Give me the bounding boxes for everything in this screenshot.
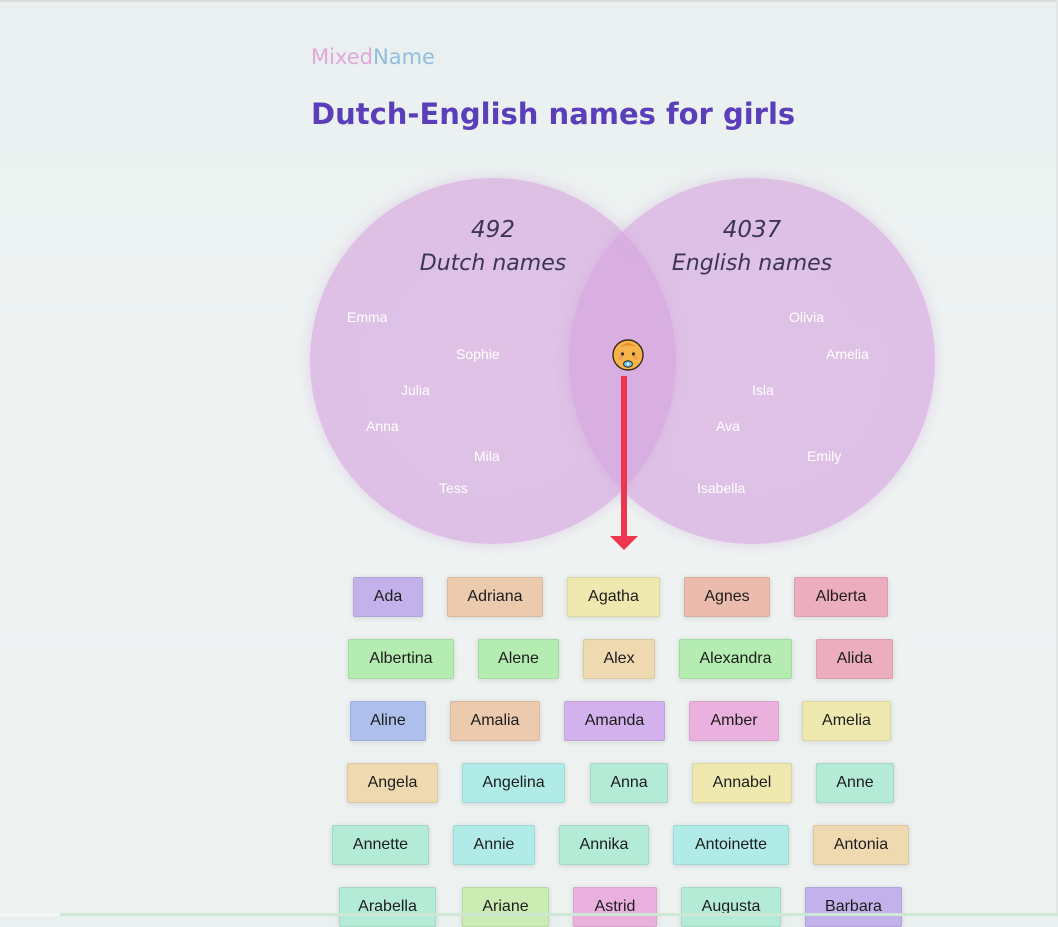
venn-name-dutch: Sophie	[456, 346, 500, 362]
venn-name-english: Isabella	[697, 480, 746, 496]
name-chip[interactable]: Angelina	[462, 763, 565, 803]
dutch-count: 492	[471, 217, 515, 243]
name-chip[interactable]: Amalia	[450, 701, 540, 741]
name-chip[interactable]: Amber	[689, 701, 779, 741]
page-title: Dutch-English names for girls	[311, 97, 796, 131]
name-chip[interactable]: Ariane	[462, 887, 549, 927]
venn-name-english: Ava	[716, 418, 740, 434]
name-chip[interactable]: Aline	[350, 701, 426, 741]
site-logo[interactable]: MixedName	[311, 45, 435, 69]
baby-face-icon	[612, 339, 644, 371]
name-chip[interactable]: Alexandra	[679, 639, 792, 679]
venn-name-english: Isla	[752, 382, 774, 398]
arrow-down-icon	[610, 376, 638, 550]
name-chip[interactable]: Anne	[816, 763, 894, 803]
name-chip[interactable]: Alberta	[794, 577, 888, 617]
venn-name-english: Olivia	[789, 309, 825, 325]
name-chip[interactable]: Annette	[332, 825, 429, 865]
name-chip[interactable]: Antoinette	[673, 825, 789, 865]
venn-name-dutch: Mila	[474, 448, 500, 464]
name-chip[interactable]: Annie	[453, 825, 535, 865]
name-chip[interactable]: Alene	[478, 639, 559, 679]
name-chip[interactable]: Anna	[590, 763, 668, 803]
venn-name-dutch: Emma	[347, 309, 388, 325]
name-chip[interactable]: Albertina	[348, 639, 454, 679]
top-border	[0, 0, 1058, 2]
name-chip[interactable]: Antonia	[813, 825, 909, 865]
name-chip[interactable]: Ada	[353, 577, 423, 617]
venn-name-english: Emily	[807, 448, 842, 464]
logo-part-mixed: Mixed	[311, 45, 373, 69]
venn-name-english: Amelia	[826, 346, 869, 362]
name-chip[interactable]: Agnes	[684, 577, 770, 617]
venn-name-dutch: Julia	[401, 382, 430, 398]
english-count: 4037	[722, 217, 782, 243]
venn-name-dutch: Anna	[366, 418, 399, 434]
name-chip[interactable]: Annabel	[692, 763, 792, 803]
name-chip[interactable]: Barbara	[805, 887, 902, 927]
name-chip[interactable]: Astrid	[573, 887, 657, 927]
dutch-label: Dutch names	[419, 251, 567, 276]
name-chip[interactable]: Arabella	[339, 887, 436, 927]
name-chip[interactable]: Annika	[559, 825, 649, 865]
venn-name-dutch: Tess	[439, 480, 468, 496]
name-chip[interactable]: Alida	[816, 639, 893, 679]
name-chip[interactable]: Amanda	[564, 701, 665, 741]
name-chip[interactable]: Alex	[583, 639, 655, 679]
logo-part-name: Name	[373, 45, 435, 69]
english-label: English names	[671, 251, 833, 276]
name-chip[interactable]: Amelia	[802, 701, 891, 741]
name-chip[interactable]: Augusta	[681, 887, 781, 927]
name-chip[interactable]: Angela	[347, 763, 438, 803]
name-chip[interactable]: Agatha	[567, 577, 660, 617]
name-chip[interactable]: Adriana	[447, 577, 543, 617]
